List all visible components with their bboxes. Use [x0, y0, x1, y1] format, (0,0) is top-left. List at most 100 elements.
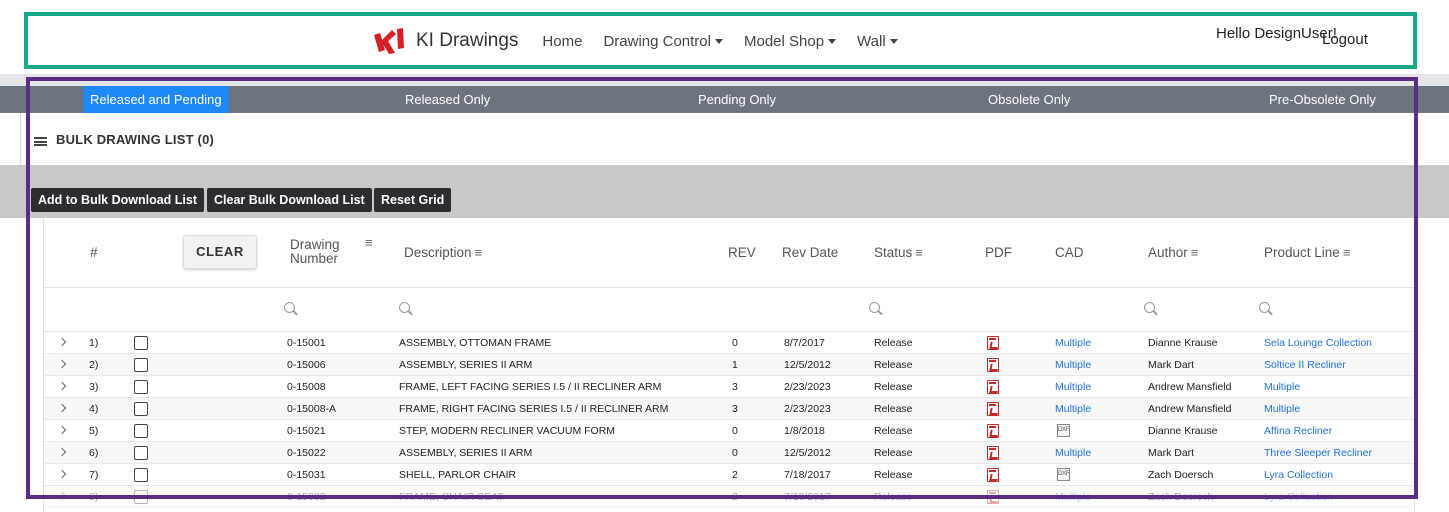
table-row[interactable]: 1) 0-15001 ASSEMBLY, OTTOMAN FRAME 0 8/7/201… — [44, 332, 1414, 354]
col-rev-date[interactable]: Rev Date — [782, 245, 838, 260]
reset-grid-button[interactable]: Reset Grid — [374, 188, 452, 212]
row-checkbox[interactable] — [134, 402, 148, 416]
nav-home[interactable]: Home — [542, 33, 582, 50]
product-line-link[interactable]: Sela Lounge Collection — [1264, 332, 1372, 354]
cad-link[interactable]: Multiple — [1055, 398, 1091, 420]
table-row[interactable]: 7) 0-15031 SHELL, PARLOR CHAIR 2 7/18/2017 Re… — [44, 464, 1414, 486]
col-description[interactable]: Description ≡ — [404, 245, 482, 260]
table-row[interactable]: 5) 0-15021 STEP, MODERN RECLINER VACUUM FO… — [44, 420, 1414, 442]
product-line-search-icon[interactable] — [1259, 302, 1273, 316]
brand-name[interactable]: KI Drawings — [416, 30, 518, 52]
col-rev[interactable]: REV — [728, 245, 756, 260]
author: Andrew Mansfield — [1148, 381, 1232, 393]
row-checkbox[interactable] — [134, 468, 148, 482]
chevron-right-icon[interactable] — [57, 381, 67, 391]
product-line-link[interactable]: Affina Recliner — [1264, 420, 1332, 442]
filter-icon[interactable]: ≡ — [1343, 245, 1351, 260]
nav-model-shop[interactable]: Model Shop — [744, 33, 837, 50]
product-line-link[interactable]: Multiple — [1264, 398, 1300, 420]
status-search-icon[interactable] — [869, 302, 883, 316]
nav-wall[interactable]: Wall — [857, 33, 898, 50]
drawing-description: STEP, MODERN RECLINER VACUUM FORM — [399, 425, 616, 437]
row-checkbox[interactable] — [134, 336, 148, 350]
status: Release — [874, 337, 913, 349]
bulk-list-title: BULK DRAWING LIST (0) — [56, 132, 215, 147]
clear-bulk-download-button[interactable]: Clear Bulk Download List — [207, 188, 372, 212]
dxf-file-icon[interactable]: DXF — [1057, 468, 1070, 481]
pdf-icon[interactable] — [987, 490, 999, 504]
table-row[interactable]: 8) 0-15032 FRAME, CHAIR SEAT 2 7/19/2017 Rele… — [44, 486, 1414, 508]
author: Mark Dart — [1148, 447, 1195, 459]
pdf-icon[interactable] — [987, 358, 999, 372]
rev-date: 1/8/2018 — [784, 425, 825, 437]
drawing-description: FRAME, LEFT FACING SERIES I.5 / II RECLI… — [399, 381, 662, 393]
filter-icon[interactable]: ≡ — [475, 245, 483, 260]
row-index: 1) — [89, 337, 99, 349]
filter-icon[interactable]: ≡ — [365, 235, 373, 250]
pdf-icon[interactable] — [987, 468, 999, 482]
col-author[interactable]: Author ≡ — [1148, 245, 1198, 260]
pdf-icon[interactable] — [987, 336, 999, 350]
product-line-link[interactable]: Three Sleeper Recliner — [1264, 442, 1372, 464]
logout-link[interactable]: Logout — [1322, 31, 1368, 48]
rev-date: 8/7/2017 — [784, 337, 825, 349]
product-line-link[interactable]: Soltice II Recliner — [1264, 354, 1346, 376]
chevron-right-icon[interactable] — [57, 491, 67, 501]
chevron-right-icon[interactable] — [57, 359, 67, 369]
row-checkbox[interactable] — [134, 380, 148, 394]
tab-released-only[interactable]: Released Only — [405, 86, 490, 113]
col-drawing-number[interactable]: Drawing Number — [290, 238, 340, 266]
description-search-icon[interactable] — [399, 302, 413, 316]
row-checkbox[interactable] — [134, 424, 148, 438]
filter-icon[interactable]: ≡ — [1191, 245, 1199, 260]
row-checkbox[interactable] — [134, 358, 148, 372]
filter-icon[interactable]: ≡ — [915, 245, 923, 260]
table-row[interactable]: 2) 0-15006 ASSEMBLY, SERIES II ARM 1 12/5/20… — [44, 354, 1414, 376]
col-product-line[interactable]: Product Line ≡ — [1264, 245, 1350, 260]
status: Release — [874, 425, 913, 437]
brand[interactable]: KI Drawings Home Drawing Control Model S… — [372, 26, 909, 56]
tab-obsolete-only[interactable]: Obsolete Only — [988, 86, 1070, 113]
col-status[interactable]: Status ≡ — [874, 245, 923, 260]
drawing-number: 0-15006 — [287, 359, 326, 371]
tab-released-and-pending[interactable]: Released and Pending — [83, 86, 229, 113]
table-row[interactable]: 6) 0-15022 ASSEMBLY, SERIES II ARM 0 12/5/20… — [44, 442, 1414, 464]
cad-link[interactable]: Multiple — [1055, 486, 1091, 508]
cad-link[interactable]: Multiple — [1055, 354, 1091, 376]
chevron-right-icon[interactable] — [57, 337, 67, 347]
drawing-number-search-icon[interactable] — [284, 302, 298, 316]
chevron-right-icon[interactable] — [57, 425, 67, 435]
pdf-icon[interactable] — [987, 402, 999, 416]
status-tabs: Released and Pending Released Only Pendi… — [0, 86, 1449, 113]
author-search-icon[interactable] — [1144, 302, 1158, 316]
hamburger-icon[interactable] — [34, 137, 47, 146]
drawing-description: SHELL, PARLOR CHAIR — [399, 469, 517, 481]
pdf-icon[interactable] — [987, 446, 999, 460]
cad-link[interactable]: Multiple — [1055, 442, 1091, 464]
chevron-right-icon[interactable] — [57, 469, 67, 479]
row-index: 7) — [89, 469, 99, 481]
drawing-description: ASSEMBLY, SERIES II ARM — [399, 447, 533, 459]
dxf-file-icon[interactable]: DXF — [1057, 424, 1070, 437]
tab-pre-obsolete-only[interactable]: Pre-Obsolete Only — [1269, 86, 1376, 113]
chevron-right-icon[interactable] — [57, 403, 67, 413]
product-line-link[interactable]: Multiple — [1264, 376, 1300, 398]
row-checkbox[interactable] — [134, 446, 148, 460]
table-row[interactable]: 4) 0-15008-A FRAME, RIGHT FACING SERIES I.… — [44, 398, 1414, 420]
cad-link[interactable]: Multiple — [1055, 332, 1091, 354]
pdf-icon[interactable] — [987, 380, 999, 394]
clear-filters-button[interactable]: CLEAR — [183, 235, 257, 269]
rev-date: 2/23/2023 — [784, 403, 831, 415]
row-checkbox[interactable] — [134, 490, 148, 504]
cad-link[interactable]: Multiple — [1055, 376, 1091, 398]
product-line-link[interactable]: Lyra Collection — [1264, 464, 1333, 486]
chevron-right-icon[interactable] — [57, 447, 67, 457]
bulk-list-header: BULK DRAWING LIST (0) — [20, 113, 1449, 165]
table-row[interactable]: 3) 0-15008 FRAME, LEFT FACING SERIES I.5 /… — [44, 376, 1414, 398]
add-to-bulk-download-button[interactable]: Add to Bulk Download List — [31, 188, 205, 212]
tab-pending-only[interactable]: Pending Only — [698, 86, 776, 113]
product-line-link[interactable]: Lyra Collection — [1264, 486, 1333, 508]
nav-drawing-control[interactable]: Drawing Control — [603, 33, 723, 50]
pdf-icon[interactable] — [987, 424, 999, 438]
ki-logo-icon — [374, 28, 404, 54]
